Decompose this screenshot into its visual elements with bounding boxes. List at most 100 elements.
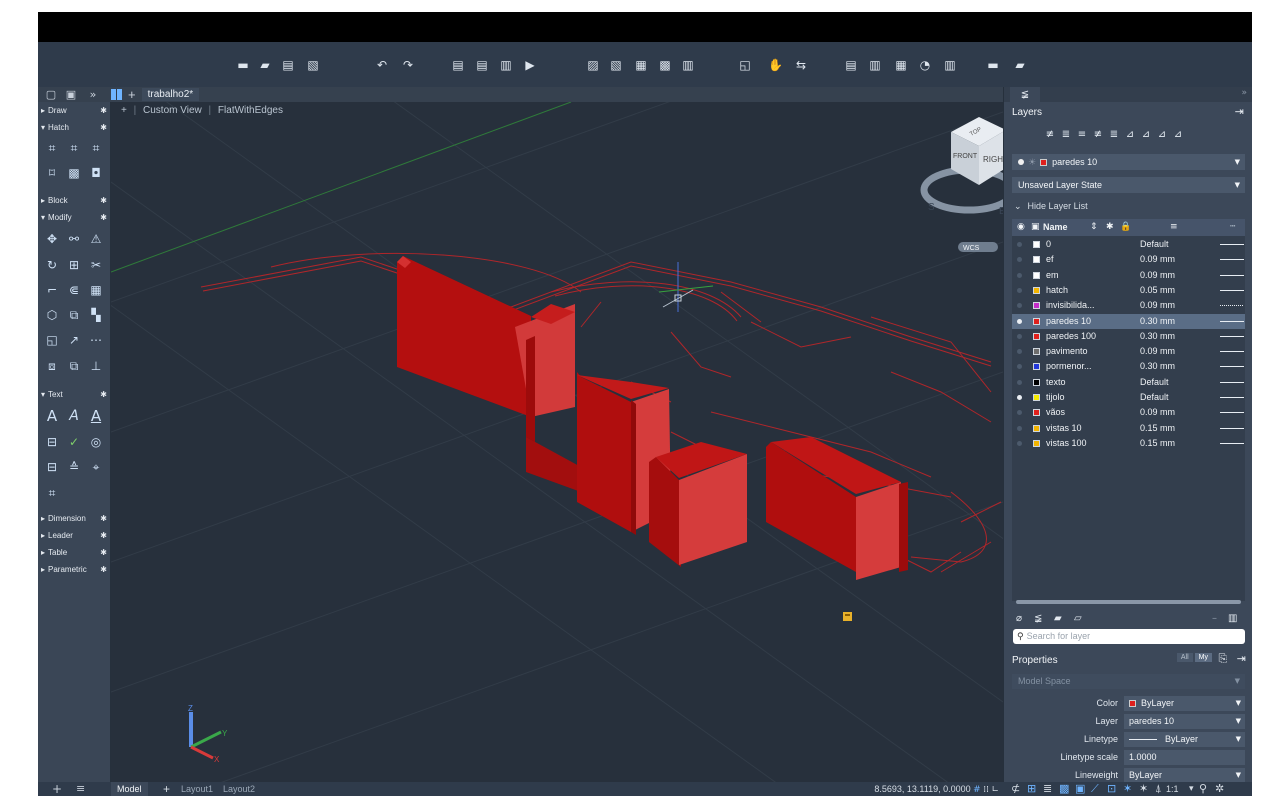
layer-status-icon[interactable] xyxy=(1017,379,1022,385)
workspace-icon[interactable]: ⚲ xyxy=(1199,782,1207,796)
menu-icon[interactable]: ≡ xyxy=(76,782,85,796)
layer-row[interactable]: paredes 10 0.30 mm xyxy=(1012,313,1245,329)
gear-icon[interactable]: ✱ xyxy=(100,529,107,543)
layer-lineweight[interactable]: Default xyxy=(1140,237,1169,252)
layer-row[interactable]: pormenor... 0.30 mm xyxy=(1012,359,1245,374)
lengthen-icon[interactable]: ⊥ xyxy=(88,358,104,374)
gear-icon[interactable]: ✱ xyxy=(100,546,107,560)
paste-icon[interactable]: ▥ xyxy=(943,58,957,72)
plot-icon[interactable]: ▤ xyxy=(451,58,465,72)
move-icon[interactable]: ✥ xyxy=(44,231,60,247)
layer-status-icon[interactable] xyxy=(1017,257,1022,263)
visibility-icon[interactable]: ◉ xyxy=(1017,219,1025,236)
filter-my-button[interactable]: My xyxy=(1194,653,1212,662)
chevron-down-icon[interactable]: ▾ xyxy=(1189,782,1194,796)
sort-icon[interactable]: ⇕ xyxy=(1090,219,1098,236)
gear-icon[interactable]: ✱ xyxy=(100,104,107,118)
collapse-icon[interactable]: – xyxy=(1212,613,1217,624)
layer-color-swatch[interactable] xyxy=(1033,332,1040,340)
join-icon[interactable]: ▚ xyxy=(88,307,104,323)
wcs-label[interactable]: WCS xyxy=(963,245,980,252)
property-value[interactable]: ByLayer ▼ xyxy=(1124,732,1245,747)
gear-icon[interactable]: ✱ xyxy=(100,121,107,135)
layer-lineweight[interactable]: 0.09 mm xyxy=(1140,405,1175,420)
layer-lineweight[interactable]: 0.09 mm xyxy=(1140,298,1175,313)
columns-icon[interactable]: ▥ xyxy=(1228,613,1237,624)
break-icon[interactable]: ⋯ xyxy=(88,332,104,348)
expand-palettes-icon[interactable]: » xyxy=(84,88,102,101)
text-justify-icon[interactable]: ≙ xyxy=(66,459,82,475)
text-convert-icon[interactable]: ⌖ xyxy=(88,459,104,475)
new-layer-vp-icon[interactable]: ≣ xyxy=(1060,129,1072,141)
layer-lineweight[interactable]: 0.15 mm xyxy=(1140,436,1175,451)
batch-plot-icon[interactable]: ▤ xyxy=(475,58,489,72)
layer-walk-icon[interactable]: ≨ xyxy=(1034,613,1042,624)
layer-linetype-preview[interactable] xyxy=(1220,366,1244,368)
3d-object-icon[interactable]: ⬡ xyxy=(44,307,60,323)
trim-icon[interactable]: ✂ xyxy=(88,257,104,273)
layer-lineweight[interactable]: 0.09 mm xyxy=(1140,252,1175,267)
section-draw[interactable]: ▸ Draw ✱ xyxy=(38,104,111,118)
compass-south-label[interactable]: S xyxy=(928,202,935,213)
auto-scale-icon[interactable]: ✶ xyxy=(1139,782,1148,796)
layer-status-icon[interactable] xyxy=(1017,440,1022,446)
layer-linetype-preview[interactable] xyxy=(1220,244,1244,245)
viewcube-right-label[interactable]: RIGHT xyxy=(983,155,1003,164)
new-layer-icon[interactable]: ≢ xyxy=(1044,129,1056,141)
pdf-text-icon[interactable]: ⌗ xyxy=(44,485,60,501)
layer-manager-icon[interactable]: ▰ xyxy=(1013,58,1027,72)
property-value[interactable]: paredes 10 ▼ xyxy=(1124,714,1245,729)
layer-refresh-icon[interactable]: ⊿ xyxy=(1172,129,1184,141)
gear-icon[interactable]: ✱ xyxy=(100,211,107,225)
layer-color-swatch[interactable] xyxy=(1033,363,1040,371)
linetype-column-icon[interactable]: ┅ xyxy=(1230,219,1235,236)
layer-row[interactable]: invisibilida... 0.09 mm xyxy=(1012,298,1245,313)
layer-color-swatch[interactable] xyxy=(1033,378,1040,386)
layer-lineweight[interactable]: 0.30 mm xyxy=(1140,329,1175,344)
layer-color-swatch[interactable] xyxy=(1033,241,1040,248)
property-value[interactable]: ByLayer ▼ xyxy=(1124,768,1245,783)
quick-select-icon[interactable]: ⎘ xyxy=(1218,652,1227,665)
orbit-icon[interactable]: ⇆ xyxy=(794,58,808,72)
gear-icon[interactable]: ✱ xyxy=(100,563,107,577)
otrack-icon[interactable]: ≣ xyxy=(1043,782,1052,796)
layer-isolate-icon[interactable]: ◔ xyxy=(918,58,932,72)
section-dimension[interactable]: ▸ Dimension ✱ xyxy=(38,512,111,526)
viewport-menu[interactable]: + xyxy=(121,105,127,116)
layout2-tab[interactable]: Layout2 xyxy=(223,782,255,796)
dock-icon[interactable]: ⇥ xyxy=(1235,105,1244,118)
expand-icon[interactable]: » xyxy=(1241,88,1247,98)
current-layer-dropdown[interactable]: ☀ paredes 10 ▼ xyxy=(1012,154,1245,170)
layer-row[interactable]: pavimento 0.09 mm xyxy=(1012,344,1245,359)
isolate-icon[interactable]: ⌀ xyxy=(1016,613,1022,624)
snap-icon[interactable]: ⁞⁞ xyxy=(983,785,989,795)
property-value[interactable]: 1.0000 xyxy=(1124,750,1245,765)
layer-lineweight[interactable]: Default xyxy=(1140,390,1169,405)
color-column-icon[interactable]: ▣ xyxy=(1031,219,1040,236)
layer-color-swatch[interactable] xyxy=(1033,317,1040,325)
layer-row[interactable]: vãos 0.09 mm xyxy=(1012,405,1245,420)
layer-linetype-preview[interactable] xyxy=(1220,305,1244,307)
match-icon[interactable]: ▥ xyxy=(868,58,882,72)
annotation-scale-icon[interactable]: ⍋ xyxy=(1155,782,1162,796)
new-tab-icon[interactable]: + xyxy=(128,87,136,102)
layer-lineweight[interactable]: 0.09 mm xyxy=(1140,268,1175,283)
section-block[interactable]: ▸ Block ✱ xyxy=(38,194,111,208)
section-parametric[interactable]: ▸ Parametric ✱ xyxy=(38,563,111,577)
start-tab-icon[interactable] xyxy=(111,89,122,100)
gradient-icon[interactable]: ⌗ xyxy=(66,140,82,156)
layer-status-icon[interactable] xyxy=(1017,303,1022,309)
layer-linetype-preview[interactable] xyxy=(1220,335,1244,337)
attach-icon[interactable]: ▦ xyxy=(634,58,648,72)
layer-linetype-preview[interactable] xyxy=(1220,351,1244,353)
layer-linetype-preview[interactable] xyxy=(1220,427,1244,429)
multiline-text-icon[interactable]: A xyxy=(44,408,60,424)
gear-icon[interactable]: ✱ xyxy=(100,512,107,526)
delete-layer-icon[interactable]: ≡ xyxy=(1076,129,1088,141)
palette-toggle-icon[interactable]: ▢ xyxy=(42,88,60,101)
gear-icon[interactable]: ✱ xyxy=(100,388,107,402)
object-type-dropdown[interactable]: Model Space ▼ xyxy=(1012,674,1245,689)
hide-layer-list-toggle[interactable]: ⌄ Hide Layer List xyxy=(1014,201,1088,212)
viewcube-front-label[interactable]: FRONT xyxy=(953,153,978,160)
stretch-icon[interactable]: ⧉ xyxy=(66,307,82,323)
